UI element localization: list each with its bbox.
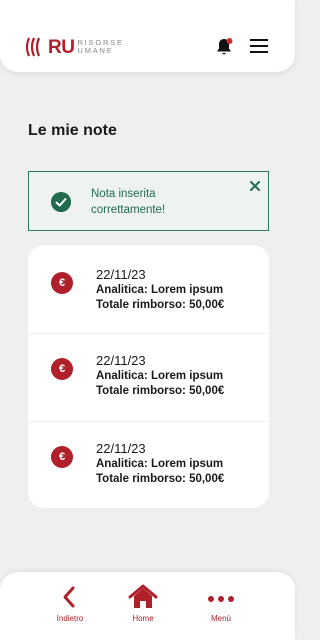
- euro-icon: €: [51, 358, 73, 380]
- chevron-left-icon: [63, 586, 75, 608]
- logo-ru-text: RU: [48, 36, 75, 58]
- euro-icon: €: [51, 446, 73, 468]
- logo-arcs-icon: [26, 37, 41, 57]
- notes-list: € 22/11/23 Analitica: Lorem ipsum Totale…: [28, 245, 269, 508]
- more-dots-icon: [208, 596, 234, 602]
- note-item[interactable]: € 22/11/23 Analitica: Lorem ipsum Totale…: [28, 245, 269, 333]
- note-refund-total: Totale rimborso: 50,00€: [96, 473, 225, 485]
- nav-back-label: Indietro: [56, 614, 84, 623]
- nav-home-button[interactable]: Home: [113, 584, 173, 623]
- note-date: 22/11/23: [96, 353, 146, 368]
- app-header: RU RISORSE UMANE: [0, 0, 295, 72]
- note-refund-total: Totale rimborso: 50,00€: [96, 385, 225, 397]
- note-date: 22/11/23: [96, 267, 146, 282]
- nav-menu-button[interactable]: Menù: [191, 584, 251, 623]
- home-icon: [128, 584, 158, 608]
- nav-back-button[interactable]: Indietro: [40, 584, 100, 623]
- app-logo[interactable]: RU RISORSE UMANE: [26, 36, 124, 58]
- note-item[interactable]: € 22/11/23 Analitica: Lorem ipsum Totale…: [28, 333, 269, 421]
- page-title: Le mie note: [28, 122, 117, 139]
- note-analytics: Analitica: Lorem ipsum: [96, 370, 224, 382]
- notification-bell-icon[interactable]: [214, 37, 234, 57]
- nav-menu-label: Menù: [210, 614, 231, 623]
- note-date: 22/11/23: [96, 441, 146, 456]
- logo-word-umane: UMANE: [77, 46, 114, 55]
- note-item[interactable]: € 22/11/23 Analitica: Lorem ipsum Totale…: [28, 421, 269, 509]
- euro-icon: €: [51, 272, 73, 294]
- note-refund-total: Totale rimborso: 50,00€: [96, 299, 225, 311]
- bottom-navigation: Indietro Home Menù: [0, 572, 295, 640]
- nav-home-label: Home: [132, 614, 154, 623]
- success-alert: Nota inserita correttamente!: [28, 171, 269, 231]
- alert-message: Nota inserita correttamente!: [91, 188, 166, 216]
- note-analytics: Analitica: Lorem ipsum: [96, 284, 224, 296]
- close-icon[interactable]: [249, 180, 261, 192]
- note-analytics: Analitica: Lorem ipsum: [96, 458, 224, 470]
- check-circle-icon: [51, 192, 71, 212]
- hamburger-menu-icon[interactable]: [249, 38, 269, 54]
